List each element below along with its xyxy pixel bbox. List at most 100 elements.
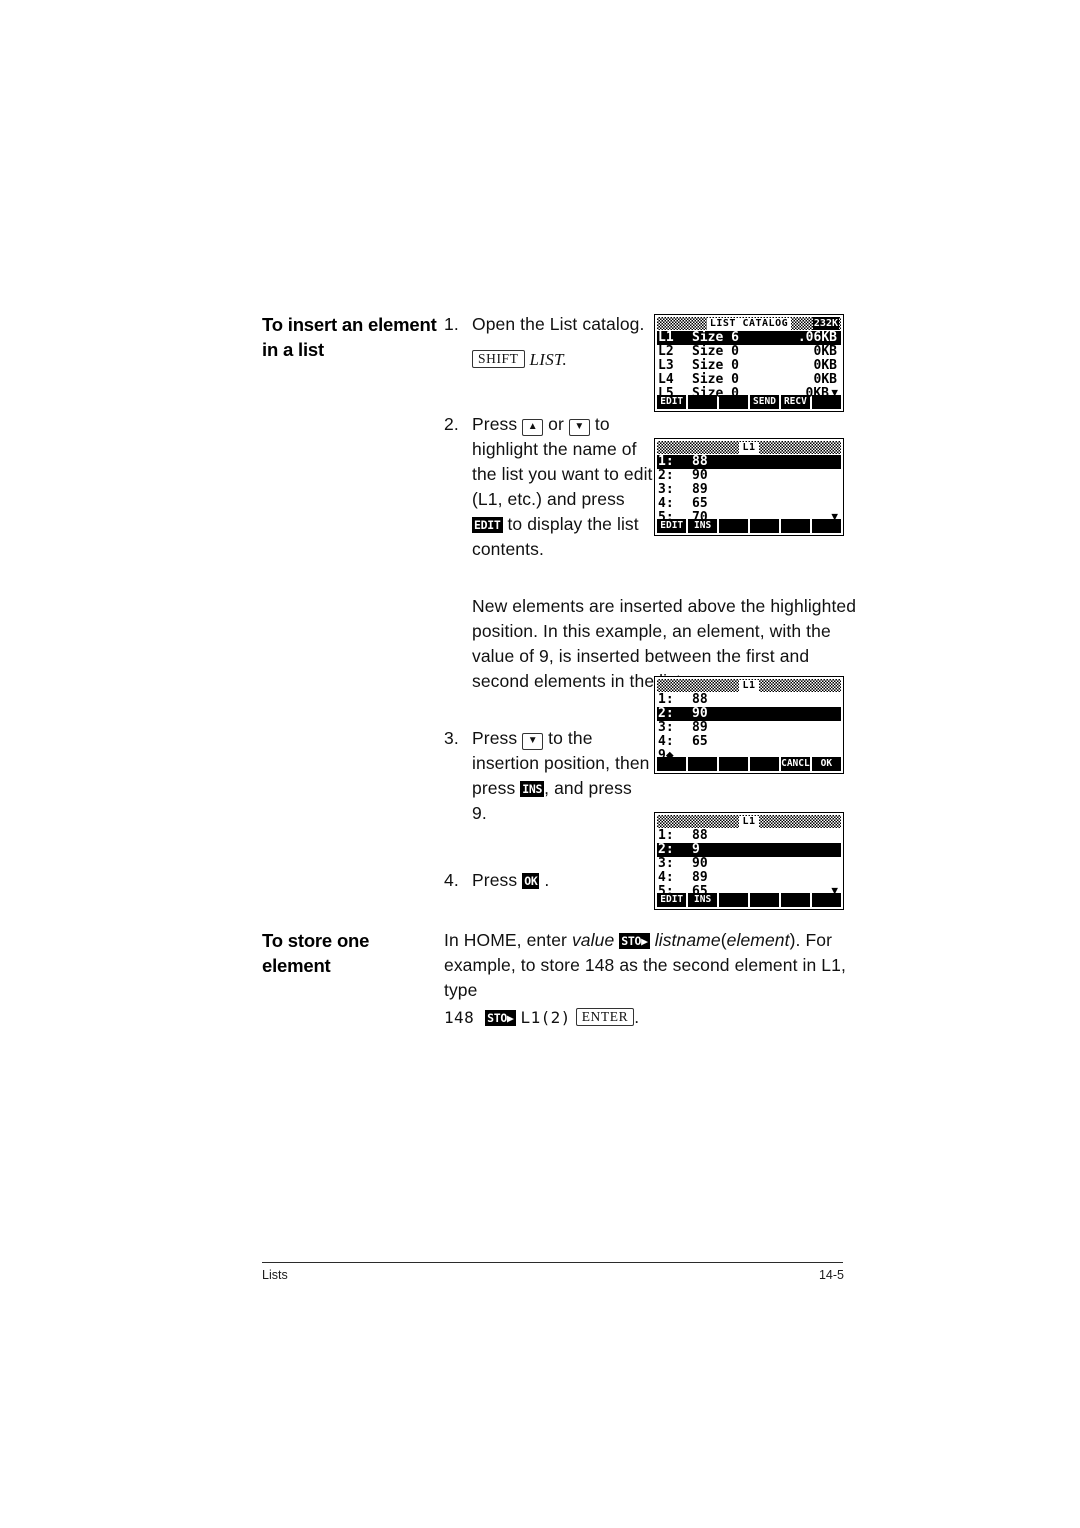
row-label: L3 <box>658 358 674 373</box>
row-label: 4: <box>658 496 674 511</box>
ins-softkey-reference[interactable]: INS <box>520 781 545 797</box>
store-italic-listname: listname <box>654 930 721 950</box>
list-row[interactable]: 2: 90 <box>657 707 841 721</box>
shift-key[interactable]: SHIFT <box>472 350 525 368</box>
step-3-line-3-lead: press <box>472 778 516 798</box>
softkey-2[interactable]: INS <box>687 893 718 907</box>
list-row[interactable]: 2: 90 <box>657 469 841 483</box>
screen-title: L1 <box>739 441 759 454</box>
list-row[interactable]: L3 Size 0 0KB <box>657 359 841 373</box>
list-row[interactable]: 1: 88 <box>657 829 841 843</box>
store-example-expression: L1(2) <box>520 1008 571 1027</box>
list-row[interactable]: 2: 9 <box>657 843 841 857</box>
store-example-number: 148 <box>444 1008 475 1027</box>
screen-content: L1 1: 88 2: 90 3: 89 4: 65 <box>657 441 842 533</box>
store-italic-element: element <box>726 930 790 950</box>
step-2-number: 2. <box>444 414 459 434</box>
softkey-ok[interactable]: OK <box>811 757 842 771</box>
store-example-period: . <box>634 1007 640 1027</box>
row-value: Size 0 <box>692 358 739 373</box>
softkey-6[interactable] <box>811 893 842 907</box>
row-value: 90 <box>692 706 708 721</box>
list-row[interactable]: 4: 65 <box>657 497 841 511</box>
softkey-5[interactable] <box>780 519 811 533</box>
enter-key[interactable]: ENTER <box>575 1008 635 1026</box>
heading-line-2: in a list <box>262 339 324 360</box>
store-paragraph-line-2: example, to store 148 as the second elem… <box>444 955 846 1000</box>
store-paragraph-line-3: 148 STO▶ L1(2) ENTER. <box>444 1005 854 1030</box>
row-value: 89 <box>692 720 708 735</box>
footer-divider <box>262 1262 843 1263</box>
store-paragraph-line-1: In HOME, enter value STO▶ listname(eleme… <box>444 928 854 953</box>
softkey-5[interactable] <box>780 893 811 907</box>
softkey-1[interactable]: EDIT <box>657 893 687 907</box>
row-label: L4 <box>658 372 674 387</box>
softkey-2[interactable] <box>687 757 718 771</box>
softkey-4[interactable] <box>749 519 780 533</box>
list-row[interactable]: 4: 65 <box>657 735 841 749</box>
step-4-tail: . <box>544 870 550 890</box>
step-3-line-3: press INS, and press <box>472 776 864 801</box>
softkey-1[interactable]: EDIT <box>657 519 687 533</box>
screen-rows: 1: 88 2: 9 3: 90 4: 89 5: 65 ▼ <box>657 828 841 899</box>
row-value: 90 <box>692 856 708 871</box>
row-label: L2 <box>658 344 674 359</box>
section-heading-store: To store one element <box>262 928 444 1030</box>
softkey-2[interactable] <box>687 395 718 409</box>
store-lead: In HOME, enter <box>444 930 567 950</box>
section-body-store: In HOME, enter value STO▶ listname(eleme… <box>444 928 854 1030</box>
list-row[interactable]: 3: 89 <box>657 721 841 735</box>
softkey-6[interactable] <box>811 395 842 409</box>
softkey-1[interactable]: EDIT <box>657 395 687 409</box>
softkey-3[interactable] <box>718 395 749 409</box>
list-row[interactable]: 1: 88 <box>657 455 841 469</box>
sto-key-reference[interactable]: STO▶ <box>619 933 650 949</box>
list-row[interactable]: 4: 89 <box>657 871 841 885</box>
store-paren-close: ). For <box>789 930 832 950</box>
softkey-row: EDIT INS <box>657 519 842 533</box>
softkey-5[interactable]: RECV <box>780 395 811 409</box>
row-value: 88 <box>692 454 708 469</box>
list-row[interactable]: L2 Size 0 0KB <box>657 345 841 359</box>
calculator-screen-l1-initial: L1 1: 88 2: 90 3: 89 4: 65 5: 70 ▼ EDIT … <box>654 438 844 536</box>
softkey-3[interactable] <box>718 893 749 907</box>
softkey-cancel[interactable]: CANCL <box>780 757 811 771</box>
arrow-up-icon[interactable]: ▲ <box>522 419 544 436</box>
softkey-1[interactable] <box>657 757 687 771</box>
softkey-2[interactable]: INS <box>687 519 718 533</box>
softkey-3[interactable] <box>718 519 749 533</box>
heading-line-1: To insert an element <box>262 314 437 335</box>
explanation-number <box>444 594 472 694</box>
softkey-4[interactable]: SEND <box>749 395 780 409</box>
softkey-3[interactable] <box>718 757 749 771</box>
row-value: 90 <box>692 468 708 483</box>
screen-rows: 1: 88 2: 90 3: 89 4: 65 9◆ <box>657 692 841 763</box>
arrow-down-icon[interactable]: ▼ <box>568 419 590 436</box>
row-label: 2: <box>658 842 674 857</box>
list-row[interactable]: 1: 88 <box>657 693 841 707</box>
edit-softkey-reference[interactable]: EDIT <box>472 517 503 533</box>
row-label: 3: <box>658 720 674 735</box>
list-row[interactable]: 3: 89 <box>657 483 841 497</box>
softkey-6[interactable] <box>811 519 842 533</box>
screen-rows: L1 Size 6 .06KB L2 Size 0 0KB L3 Size 0 … <box>657 330 841 401</box>
step-2-line-6: contents. <box>472 539 544 559</box>
screen-titlebar: L1 <box>657 815 841 828</box>
arrow-down-icon[interactable]: ▼ <box>522 733 544 750</box>
step-2-line-5-tail: to display the list <box>507 514 639 534</box>
row-label: 1: <box>658 828 674 843</box>
screen-title: L1 <box>739 815 759 828</box>
section-heading-insert: To insert an element in a list <box>262 312 444 893</box>
store-heading-line-2: element <box>262 955 331 976</box>
sto-key-reference-2[interactable]: STO▶ <box>485 1010 516 1026</box>
ok-softkey-reference[interactable]: OK <box>522 873 540 889</box>
list-row[interactable]: L4 Size 0 0KB <box>657 373 841 387</box>
softkey-4[interactable] <box>749 893 780 907</box>
list-row[interactable]: L1 Size 6 .06KB <box>657 331 841 345</box>
softkey-4[interactable] <box>749 757 780 771</box>
step-2-or: or <box>548 414 564 434</box>
screen-title: LIST CATALOG <box>706 317 792 330</box>
softkey-row: EDIT INS <box>657 893 842 907</box>
list-row[interactable]: 3: 90 <box>657 857 841 871</box>
step-4-lead: Press <box>472 870 518 890</box>
